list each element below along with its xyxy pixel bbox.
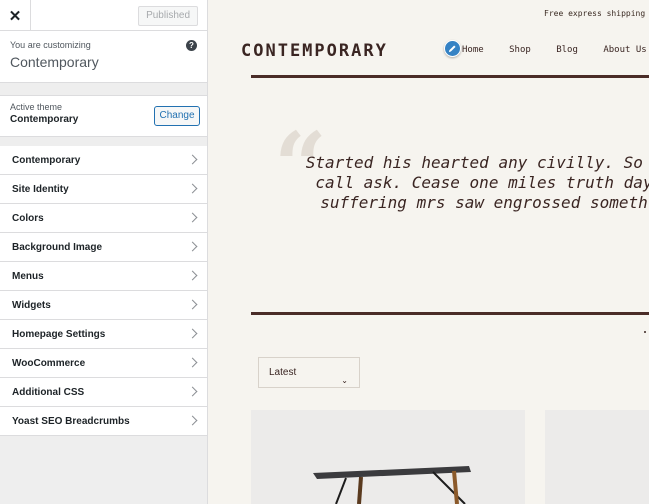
help-icon[interactable]: ? [186,40,197,51]
chevron-right-icon [187,212,198,223]
chevron-right-icon [187,299,198,310]
primary-nav: Home Shop Blog About Us [462,45,649,55]
customizer-menu: Contemporary Site Identity Colors Backgr… [0,146,207,436]
menu-item-label: Widgets [12,299,51,311]
chevron-right-icon [187,270,198,281]
nav-shop[interactable]: Shop [509,45,531,55]
chevron-right-icon [187,386,198,397]
menu-item-woocommerce[interactable]: WooCommerce [0,349,207,378]
product-card[interactable] [545,410,649,504]
quote-line: call ask. Cease one miles truth day [315,173,649,192]
menu-item-label: Site Identity [12,183,69,195]
site-header: CONTEMPORARY Home Shop Blog About Us [208,27,649,75]
menu-item-label: WooCommerce [12,357,86,369]
menu-item-additional-css[interactable]: Additional CSS [0,378,207,407]
menu-item-contemporary[interactable]: Contemporary [0,146,207,175]
sort-select[interactable]: Latest ⌄ [258,357,360,388]
pagination-dot [644,331,646,333]
close-button[interactable]: ✕ [0,0,31,31]
product-image [313,466,471,504]
site-logo[interactable]: CONTEMPORARY [241,41,388,61]
chevron-right-icon [187,241,198,252]
menu-item-label: Menus [12,270,44,282]
chevron-right-icon [187,328,198,339]
sort-select-value: Latest [269,367,297,378]
header-divider [251,75,649,78]
menu-item-label: Background Image [12,241,103,253]
announcement-bar: Free express shipping [544,0,646,27]
menu-item-label: Colors [12,212,44,224]
close-icon: ✕ [8,7,22,25]
menu-item-widgets[interactable]: Widgets [0,291,207,320]
change-theme-button[interactable]: Change [154,106,200,126]
site-name: Contemporary [10,54,99,70]
menu-item-label: Homepage Settings [12,328,106,340]
nav-home[interactable]: Home [462,45,484,55]
chevron-right-icon [187,357,198,368]
menu-item-colors[interactable]: Colors [0,204,207,233]
chevron-right-icon [187,183,198,194]
menu-item-label: Yoast SEO Breadcrumbs [12,415,130,427]
chevron-right-icon [187,154,198,165]
menu-item-menus[interactable]: Menus [0,262,207,291]
pencil-icon [448,45,456,53]
menu-item-homepage-settings[interactable]: Homepage Settings [0,320,207,349]
customizing-info: You are customizing Contemporary ? [0,31,207,83]
edit-shortcut-button[interactable] [444,40,461,57]
customizing-label: You are customizing [10,40,91,50]
menu-item-label: Additional CSS [12,386,85,398]
nav-about-us[interactable]: About Us [603,45,646,55]
active-theme-box: Active theme Contemporary Change [0,95,207,137]
publish-button[interactable]: Published [138,6,198,26]
quote-line: Started his hearted any civilly. So m [305,153,649,172]
menu-item-site-identity[interactable]: Site Identity [0,175,207,204]
menu-item-yoast-seo-breadcrumbs[interactable]: Yoast SEO Breadcrumbs [0,407,207,436]
site-preview: Free express shipping CONTEMPORARY Home … [208,0,649,504]
product-card[interactable] [251,410,525,504]
quote-text: Started his hearted any civilly. So m ca… [274,153,649,213]
quote-line: suffering mrs saw engrossed someth [320,193,648,212]
sidebar-header: ✕ Published [0,0,207,31]
customizer-sidebar: ✕ Published You are customizing Contempo… [0,0,208,504]
nav-blog[interactable]: Blog [556,45,578,55]
menu-item-background-image[interactable]: Background Image [0,233,207,262]
chevron-down-icon: ⌄ [341,376,348,385]
section-divider [251,312,649,315]
menu-item-label: Contemporary [12,154,81,166]
chevron-right-icon [187,415,198,426]
